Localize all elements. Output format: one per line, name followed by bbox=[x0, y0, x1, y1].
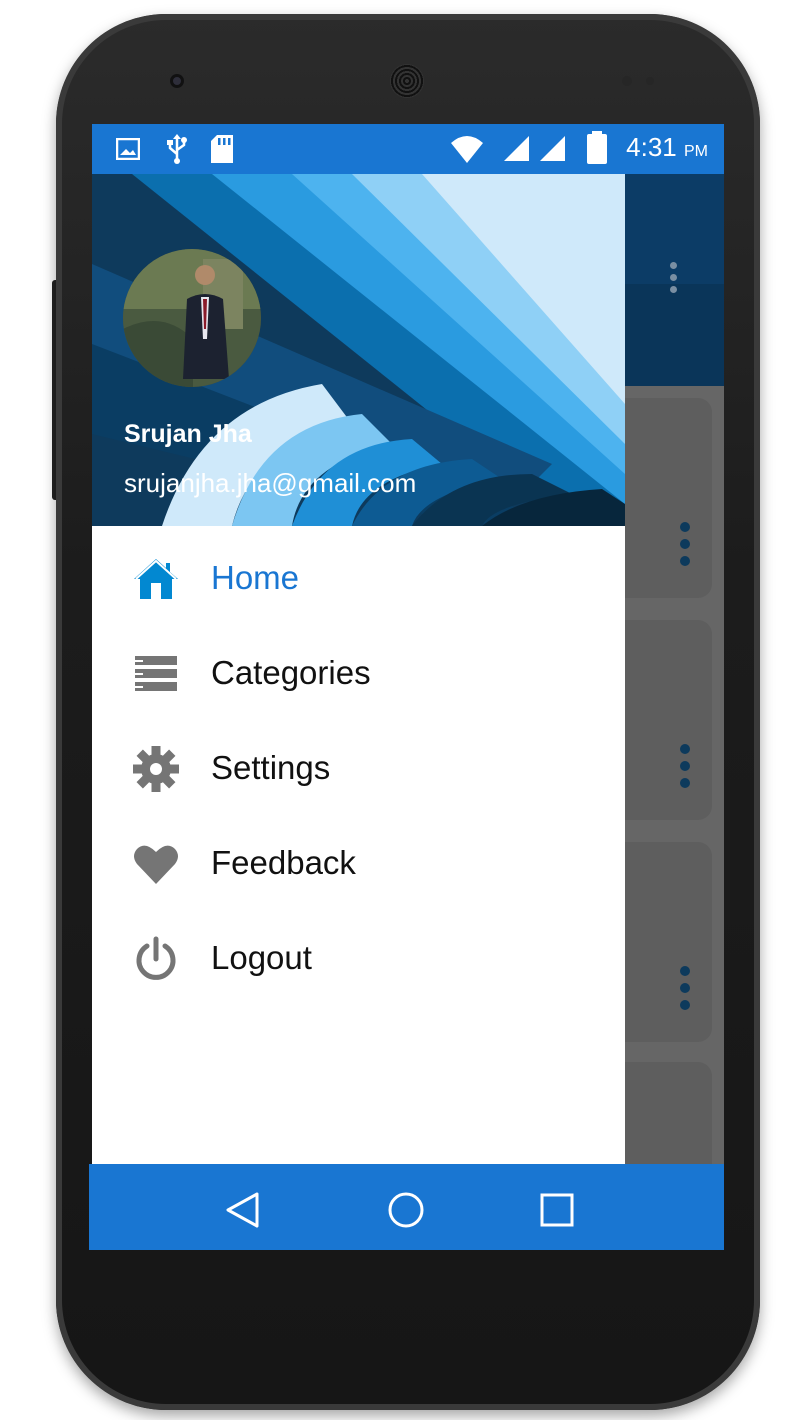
user-name: Srujan Jha bbox=[124, 420, 252, 448]
sensor bbox=[646, 77, 654, 85]
drawer-header: Srujan Jha srujanjha.jha@gmail.com bbox=[92, 174, 625, 526]
front-camera bbox=[170, 74, 184, 88]
menu-item-label: Home bbox=[211, 559, 300, 596]
menu-item-label: Categories bbox=[211, 654, 371, 691]
background-card bbox=[612, 620, 712, 820]
sensor bbox=[622, 76, 632, 86]
clock: 4:31 PM bbox=[626, 132, 708, 163]
image-icon bbox=[116, 138, 140, 160]
power-icon bbox=[136, 936, 176, 980]
menu-item-label: Feedback bbox=[211, 844, 356, 881]
home-icon bbox=[134, 559, 178, 599]
screen: 4:31 PM Srujan Jha srujanjha.jha@gmail.c… bbox=[92, 124, 724, 1250]
navigation-drawer: Srujan Jha srujanjha.jha@gmail.com Home bbox=[92, 174, 625, 1164]
status-bar: 4:31 PM bbox=[92, 124, 724, 174]
gear-icon bbox=[133, 746, 179, 792]
background-card bbox=[612, 842, 712, 1042]
menu-item-logout[interactable]: Logout bbox=[92, 911, 625, 1006]
list-icon bbox=[135, 656, 177, 691]
clock-ampm: PM bbox=[684, 143, 708, 160]
battery-icon bbox=[587, 131, 607, 164]
card-menu-icon bbox=[680, 744, 690, 795]
signal-icon bbox=[540, 136, 565, 161]
card-menu-icon bbox=[680, 522, 690, 573]
home-circle-icon[interactable] bbox=[386, 1190, 426, 1230]
menu-item-categories[interactable]: Categories bbox=[92, 626, 625, 721]
user-email: srujanjha.jha@gmail.com bbox=[124, 468, 417, 498]
navigation-bar bbox=[89, 1164, 724, 1250]
usb-icon bbox=[167, 134, 187, 164]
drawer-menu: Home Categories Settings Feedback Logout bbox=[92, 531, 625, 1006]
menu-item-label: Settings bbox=[211, 749, 331, 786]
heart-icon bbox=[134, 845, 178, 884]
overflow-menu-icon bbox=[670, 262, 680, 298]
background-card bbox=[612, 398, 712, 598]
clock-time: 4:31 bbox=[626, 132, 677, 162]
menu-item-label: Logout bbox=[211, 939, 312, 976]
sd-card-icon bbox=[211, 135, 233, 163]
signal-icon bbox=[504, 136, 529, 161]
menu-item-home[interactable]: Home bbox=[92, 531, 625, 626]
card-menu-icon bbox=[680, 966, 690, 1017]
back-icon[interactable] bbox=[223, 1190, 263, 1230]
avatar[interactable] bbox=[123, 249, 261, 387]
wifi-icon bbox=[451, 136, 483, 163]
menu-item-settings[interactable]: Settings bbox=[92, 721, 625, 816]
menu-item-feedback[interactable]: Feedback bbox=[92, 816, 625, 911]
recents-icon[interactable] bbox=[537, 1190, 577, 1230]
avatar-photo bbox=[123, 249, 261, 387]
earpiece-speaker bbox=[390, 64, 424, 98]
